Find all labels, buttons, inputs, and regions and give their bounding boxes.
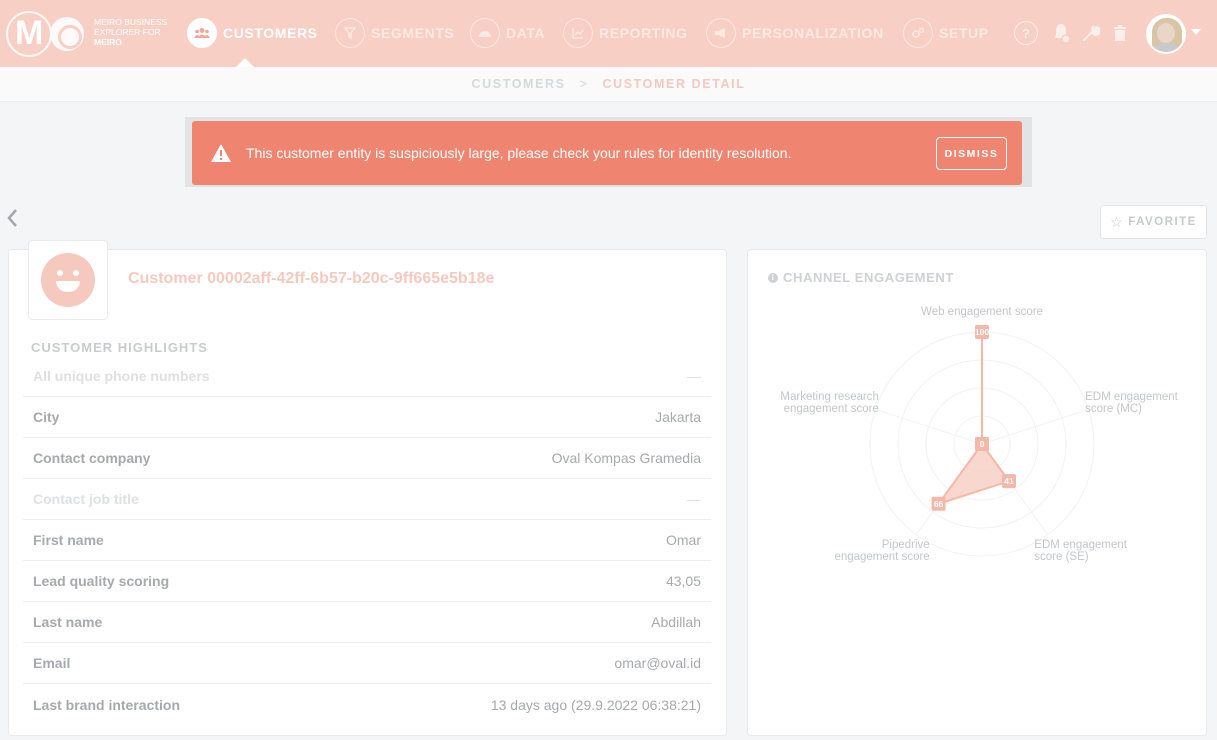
back-chevron-icon[interactable]: [6, 208, 24, 234]
attribute-row: Email omar@oval.id: [23, 643, 711, 684]
attribute-value: Jakarta: [655, 409, 701, 425]
help-icon[interactable]: ?: [1014, 21, 1038, 45]
warning-alert: This customer entity is suspiciously lar…: [192, 121, 1022, 185]
data-area: [935, 332, 1011, 506]
nav-personalization[interactable]: PERSONALIZATION: [706, 18, 884, 48]
nav-data[interactable]: DATA: [470, 18, 545, 48]
customer-name: Customer 00002aff-42ff-6b57-b20c-9ff665e…: [128, 270, 495, 287]
axis-label: EDM engagement: [1085, 391, 1178, 403]
attribute-label: First name: [33, 532, 104, 548]
attribute-row: Last brand interaction 13 days ago (29.9…: [23, 684, 711, 725]
attribute-value: Abdillah: [651, 614, 701, 630]
attribute-value: omar@oval.id: [614, 655, 701, 671]
user-avatar[interactable]: [1146, 14, 1186, 54]
brand-line-1: MEIRO BUSINESS: [94, 17, 168, 27]
attribute-row: Contact job title —: [23, 479, 711, 520]
attribute-label: Last name: [33, 614, 103, 630]
attribute-value: —: [687, 491, 701, 507]
users-icon: [187, 18, 217, 48]
axis-label: Web engagement score: [921, 306, 1043, 318]
chevron-down-icon[interactable]: [1191, 29, 1201, 35]
axis-label: score (SE): [1034, 551, 1088, 563]
chart-icon: [563, 18, 593, 48]
attribute-row: Contact company Oval Kompas Gramedia: [23, 438, 711, 479]
attribute-value: Oval Kompas Gramedia: [551, 450, 701, 466]
nav-customers-label: CUSTOMERS: [223, 25, 318, 41]
nav-segments-label: SEGMENTS: [371, 25, 455, 41]
breadcrumb-separator: >: [579, 77, 589, 91]
attribute-label: Last brand interaction: [33, 696, 181, 713]
alert-overlay: This customer entity is suspiciously lar…: [185, 117, 1032, 187]
attribute-label: Lead quality scoring: [33, 573, 170, 589]
dismiss-button[interactable]: DISMISS: [936, 137, 1007, 170]
attribute-label: All unique phone numbers: [33, 368, 210, 384]
bell-icon[interactable]: [1049, 20, 1075, 46]
breadcrumb-customers[interactable]: CUSTOMERS: [472, 77, 566, 91]
brand-text: MEIRO BUSINESS EXPLORER FOR MEIRO: [94, 17, 184, 47]
brand-line-2: EXPLORER FOR: [94, 27, 161, 37]
data-point-label: 100: [975, 327, 989, 337]
wrench-icon[interactable]: [1078, 20, 1104, 46]
nav-personalization-label: PERSONALIZATION: [742, 25, 884, 41]
attribute-value: 43,05: [665, 573, 701, 589]
nav-data-label: DATA: [506, 25, 546, 41]
data-point-label: 66: [934, 499, 944, 509]
axis-spoke: [875, 408, 983, 445]
attribute-row: Lead quality scoring 43,05: [23, 561, 711, 602]
gears-icon: [903, 18, 933, 48]
brand-line-3: MEIRO: [94, 37, 122, 47]
attribute-label: City: [33, 409, 60, 425]
megaphone-icon: [706, 18, 736, 48]
smiley-icon: [41, 253, 95, 307]
axis-label: Pipedrive: [882, 539, 930, 551]
axis-label: engagement score: [784, 403, 879, 415]
logo-o-mark: [50, 17, 84, 51]
logo-letter: M: [15, 14, 44, 52]
data-point-label: 41: [1004, 476, 1014, 486]
attribute-label: Contact job title: [33, 491, 139, 507]
star-icon: ☆: [1110, 213, 1125, 230]
nav-segments[interactable]: SEGMENTS: [335, 18, 454, 48]
radar-chart: 100041660Web engagement scoreEDM engagem…: [780, 306, 1178, 563]
nav-setup[interactable]: SETUP: [903, 18, 989, 48]
attribute-value: 13 days ago (29.9.2022 06:38:21): [490, 696, 701, 713]
favorite-button[interactable]: ☆ FAVORITE: [1100, 205, 1207, 239]
highlights-title: CUSTOMER HIGHLIGHTS: [31, 340, 208, 355]
attribute-row: All unique phone numbers —: [23, 356, 711, 397]
alert-message: This customer entity is suspiciously lar…: [246, 145, 792, 161]
attribute-label: Email: [33, 655, 71, 671]
axis-label: engagement score: [834, 551, 929, 563]
nav-setup-label: SETUP: [939, 25, 989, 41]
axis-label: score (MC): [1085, 403, 1142, 415]
trash-icon[interactable]: [1107, 20, 1133, 46]
attribute-label: Contact company: [33, 450, 151, 466]
filter-icon: [335, 18, 365, 48]
warning-icon: [211, 144, 231, 162]
axis-label: EDM engagement: [1034, 539, 1127, 551]
nav-customers[interactable]: CUSTOMERS: [187, 18, 318, 68]
nav-reporting[interactable]: REPORTING: [563, 18, 688, 48]
attribute-row: City Jakarta: [23, 397, 711, 438]
top-nav: M MEIRO BUSINESS EXPLORER FOR MEIRO CUST…: [0, 0, 1217, 68]
attribute-row: First name Omar: [23, 520, 711, 561]
attribute-value: Omar: [666, 532, 701, 548]
gauge-icon: [470, 18, 500, 48]
axis-label: Marketing research: [780, 391, 878, 403]
breadcrumb-customer-detail: CUSTOMER DETAIL: [602, 77, 746, 91]
attribute-row: Last name Abdillah: [23, 602, 711, 643]
favorite-label: FAVORITE: [1128, 216, 1197, 228]
breadcrumb: CUSTOMERS > CUSTOMER DETAIL: [0, 67, 1217, 102]
meiro-logo[interactable]: M: [6, 11, 84, 57]
customer-avatar: [28, 240, 108, 320]
data-point-label: 0: [980, 439, 985, 449]
axis-spoke: [981, 408, 1089, 445]
attribute-value: —: [687, 368, 701, 384]
nav-reporting-label: REPORTING: [599, 25, 688, 41]
